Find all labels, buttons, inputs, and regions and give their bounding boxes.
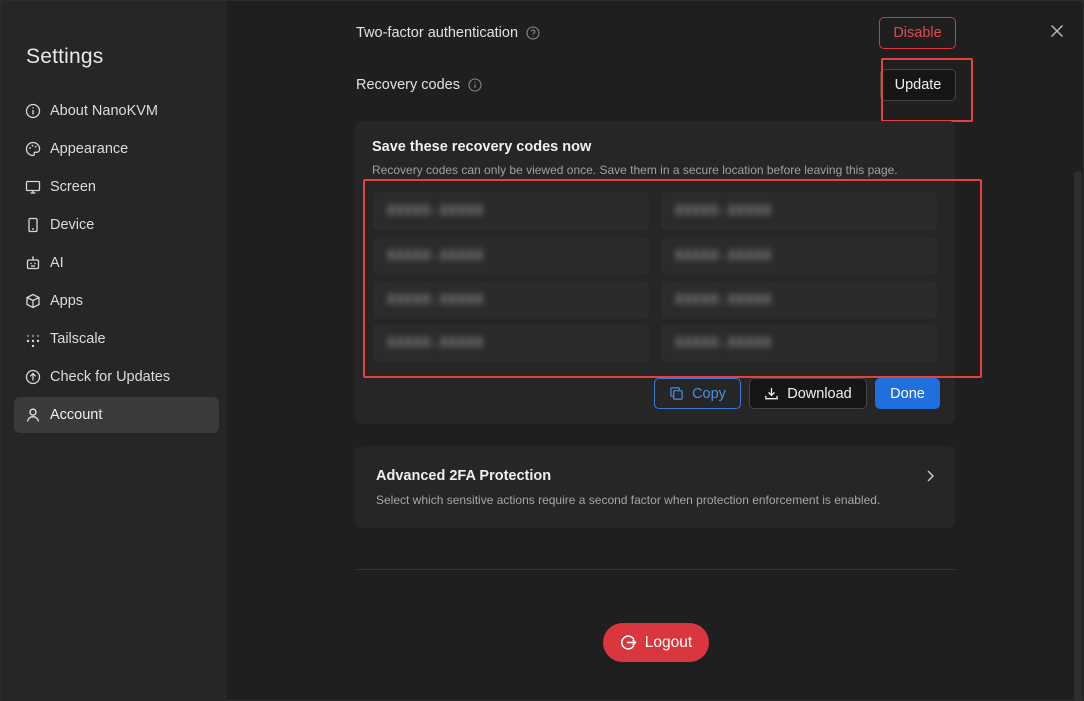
recovery-code: XXXXX-XXXXX bbox=[661, 281, 937, 319]
user-icon bbox=[25, 407, 41, 423]
sidebar-item-label: Appearance bbox=[50, 141, 129, 157]
sidebar-nav: About NanoKVM Appearance Screen Device A… bbox=[14, 93, 219, 435]
recovery-code: XXXXX-XXXXX bbox=[373, 237, 649, 275]
advanced-2fa-description: Select which sensitive actions require a… bbox=[376, 493, 881, 507]
two-factor-row: Two-factor authentication bbox=[356, 25, 540, 41]
close-icon bbox=[1049, 23, 1065, 39]
sidebar-item-label: About NanoKVM bbox=[50, 103, 159, 119]
close-button[interactable] bbox=[1047, 21, 1067, 41]
sidebar-title: Settings bbox=[26, 45, 104, 68]
box-icon bbox=[25, 293, 41, 309]
sidebar-item-tailscale[interactable]: Tailscale bbox=[14, 321, 219, 357]
settings-window: Settings About NanoKVM Appearance Screen bbox=[0, 0, 1084, 701]
download-icon bbox=[765, 387, 779, 400]
sidebar-item-label: Check for Updates bbox=[50, 369, 171, 385]
chevron-right-icon bbox=[922, 468, 938, 484]
recovery-codes-row: Recovery codes bbox=[356, 77, 482, 93]
settings-sidebar: Settings About NanoKVM Appearance Screen bbox=[1, 1, 227, 701]
info-icon bbox=[25, 103, 41, 119]
sidebar-item-ai[interactable]: AI bbox=[14, 245, 219, 281]
recovery-code: XXXXX-XXXXX bbox=[661, 192, 937, 230]
update-recovery-codes-button[interactable]: Update bbox=[880, 69, 956, 101]
recovery-code: XXXXX-XXXXX bbox=[661, 324, 937, 362]
copy-codes-button[interactable]: Copy bbox=[654, 378, 741, 409]
sidebar-item-label: Account bbox=[50, 407, 103, 423]
sidebar-item-account[interactable]: Account bbox=[14, 397, 219, 433]
palette-icon bbox=[25, 141, 41, 157]
sidebar-item-screen[interactable]: Screen bbox=[14, 169, 219, 205]
sidebar-item-label: Tailscale bbox=[50, 331, 106, 347]
recovery-code: XXXXX-XXXXX bbox=[373, 192, 649, 230]
logout-button[interactable]: Logout bbox=[603, 623, 709, 662]
recovery-code: XXXXX-XXXXX bbox=[661, 237, 937, 275]
info-icon[interactable] bbox=[468, 78, 482, 92]
done-button[interactable]: Done bbox=[875, 378, 940, 409]
robot-icon bbox=[25, 255, 41, 271]
sidebar-item-device[interactable]: Device bbox=[14, 207, 219, 243]
sidebar-item-label: Device bbox=[50, 217, 95, 233]
advanced-2fa-title: Advanced 2FA Protection bbox=[376, 468, 552, 484]
sidebar-item-label: Apps bbox=[50, 293, 84, 309]
two-factor-label: Two-factor authentication bbox=[356, 25, 519, 41]
download-codes-button[interactable]: Download bbox=[749, 378, 867, 409]
recovery-codes-label: Recovery codes bbox=[356, 77, 460, 93]
copy-label: Copy bbox=[692, 385, 726, 402]
recovery-code: XXXXX-XXXXX bbox=[373, 324, 649, 362]
dots-grid-icon bbox=[25, 331, 41, 347]
copy-icon bbox=[670, 387, 683, 400]
arrow-up-circle-icon bbox=[25, 369, 41, 385]
recovery-code: XXXXX-XXXXX bbox=[373, 281, 649, 319]
monitor-icon bbox=[25, 179, 41, 195]
sidebar-item-check-updates[interactable]: Check for Updates bbox=[14, 359, 219, 395]
scrollbar[interactable] bbox=[1074, 171, 1082, 701]
logout-icon bbox=[620, 635, 637, 650]
help-icon[interactable] bbox=[526, 26, 540, 40]
sidebar-item-appearance[interactable]: Appearance bbox=[14, 131, 219, 167]
phone-icon bbox=[25, 217, 41, 233]
disable-2fa-button[interactable]: Disable bbox=[879, 17, 956, 49]
sidebar-item-label: AI bbox=[50, 255, 64, 271]
recovery-panel-subtitle: Recovery codes can only be viewed once. … bbox=[372, 163, 898, 177]
logout-label: Logout bbox=[644, 633, 693, 651]
sidebar-item-about[interactable]: About NanoKVM bbox=[14, 93, 219, 129]
recovery-panel-title: Save these recovery codes now bbox=[372, 139, 592, 155]
section-divider bbox=[355, 569, 957, 570]
advanced-2fa-card[interactable]: Advanced 2FA Protection Select which sen… bbox=[355, 446, 955, 528]
sidebar-item-label: Screen bbox=[50, 179, 96, 195]
sidebar-item-apps[interactable]: Apps bbox=[14, 283, 219, 319]
download-label: Download bbox=[787, 385, 852, 402]
